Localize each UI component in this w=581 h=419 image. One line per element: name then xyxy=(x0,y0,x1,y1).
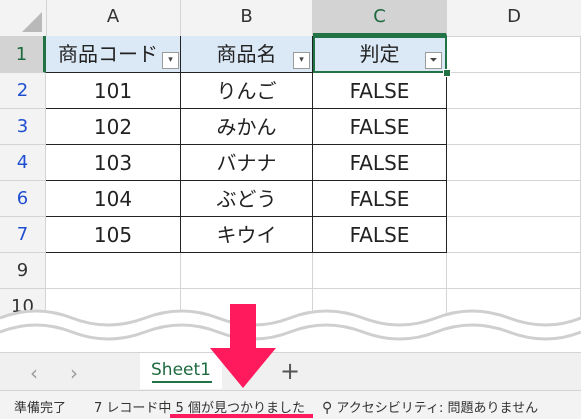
empty-cell[interactable] xyxy=(447,109,581,145)
select-all-triangle-icon xyxy=(22,12,42,32)
scroll-left-icon[interactable]: ‹ xyxy=(30,361,38,385)
empty-cell[interactable] xyxy=(447,145,581,181)
active-cell-outline xyxy=(313,36,447,73)
column-header-a[interactable]: A xyxy=(46,0,181,36)
table-cell[interactable]: 101 xyxy=(46,73,181,109)
table-cell[interactable]: FALSE xyxy=(313,73,447,109)
row-header-3[interactable]: 3 xyxy=(0,109,46,145)
select-all-corner[interactable] xyxy=(0,0,47,36)
column-header-d[interactable]: D xyxy=(447,0,581,36)
table-cell[interactable]: FALSE xyxy=(313,109,447,145)
table-cell[interactable]: バナナ xyxy=(181,145,313,181)
header-cell-product-code[interactable]: 商品コード xyxy=(46,36,181,73)
row-header-7[interactable]: 7 xyxy=(0,217,46,253)
column-header-b[interactable]: B xyxy=(181,0,313,36)
cell-d1[interactable] xyxy=(447,36,581,73)
table-cell[interactable]: FALSE xyxy=(313,181,447,217)
table-cell[interactable]: みかん xyxy=(181,109,313,145)
sheet-tab-label: Sheet1 xyxy=(151,360,211,380)
add-sheet-icon[interactable]: + xyxy=(280,357,300,385)
table-cell[interactable]: 102 xyxy=(46,109,181,145)
highlight-down-arrow-icon xyxy=(210,304,276,388)
empty-cell[interactable] xyxy=(181,253,313,289)
accessibility-status[interactable]: ⚲ アクセシビリティ: 問題ありません xyxy=(322,397,538,416)
table-cell[interactable]: 104 xyxy=(46,181,181,217)
empty-cell[interactable] xyxy=(313,253,447,289)
highlight-underline xyxy=(170,414,313,418)
fill-handle[interactable] xyxy=(443,69,451,77)
accessibility-person-icon: ⚲ xyxy=(322,400,333,416)
empty-cell[interactable] xyxy=(447,73,581,109)
table-cell[interactable]: ぶどう xyxy=(181,181,313,217)
empty-cell[interactable] xyxy=(447,181,581,217)
filter-dropdown-a-button[interactable]: ▾ xyxy=(162,52,179,69)
sheet-tab-bar: ‹ › Sheet1 + xyxy=(0,352,581,391)
table-cell[interactable]: FALSE xyxy=(313,145,447,181)
accessibility-status-text: アクセシビリティ: 問題ありません xyxy=(336,401,539,416)
status-ready: 準備完了 xyxy=(14,401,67,416)
spreadsheet-grid[interactable]: A B C D 1 2 3 4 6 7 9 10 商品コード ▾ 商品名 ▾ 判… xyxy=(0,0,581,330)
active-sheet-underline xyxy=(152,381,212,383)
header-label-product-code: 商品コード xyxy=(58,42,158,66)
table-cell[interactable]: キウイ xyxy=(181,217,313,253)
filter-dropdown-b-button[interactable]: ▾ xyxy=(293,52,310,69)
torn-edge-divider xyxy=(0,309,581,356)
row-header-2[interactable]: 2 xyxy=(0,73,46,109)
row-header-4[interactable]: 4 xyxy=(0,145,46,181)
empty-cell[interactable] xyxy=(46,253,181,289)
empty-cell[interactable] xyxy=(447,217,581,253)
table-cell[interactable]: 105 xyxy=(46,217,181,253)
column-header-c[interactable]: C xyxy=(313,0,447,36)
scroll-right-icon[interactable]: › xyxy=(70,361,78,385)
row-header-9[interactable]: 9 xyxy=(0,253,46,289)
empty-cell[interactable] xyxy=(447,253,581,289)
table-cell[interactable]: FALSE xyxy=(313,217,447,253)
row-header-1[interactable]: 1 xyxy=(0,36,46,73)
table-cell[interactable]: りんご xyxy=(181,73,313,109)
header-label-product-name: 商品名 xyxy=(216,42,277,66)
table-cell[interactable]: 103 xyxy=(46,145,181,181)
row-header-6[interactable]: 6 xyxy=(0,181,46,217)
